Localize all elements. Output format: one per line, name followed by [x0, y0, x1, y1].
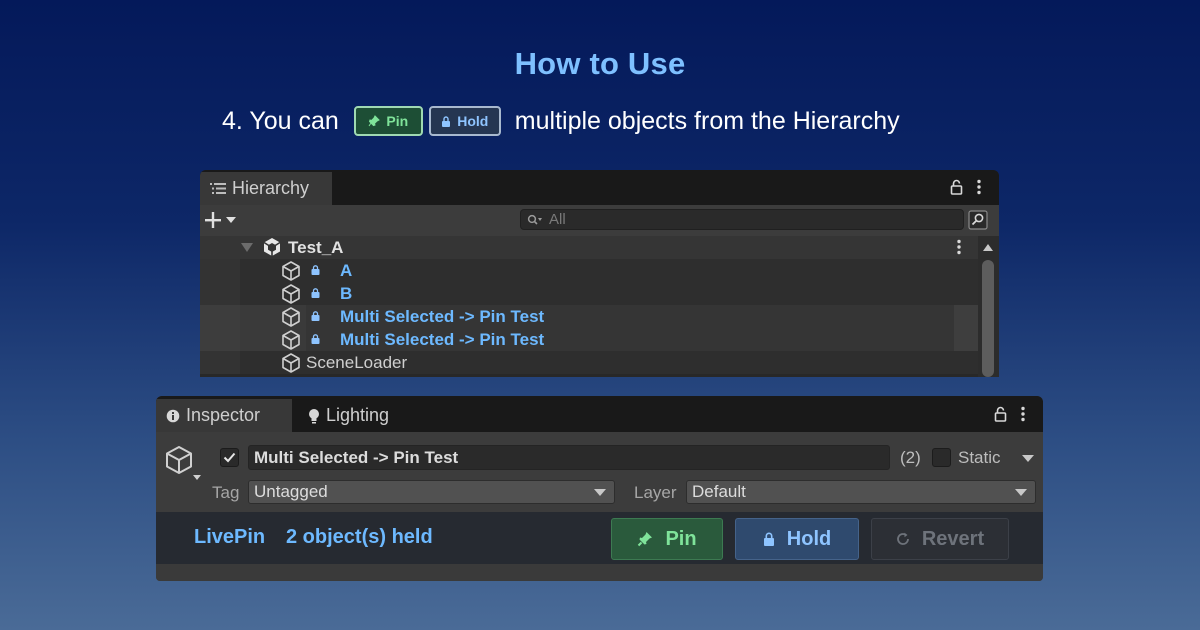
hold-chip: Hold — [428, 106, 501, 136]
scene-name: Test_A — [288, 237, 344, 257]
cube-icon — [280, 352, 302, 374]
row-label: B — [340, 283, 353, 303]
hold-button[interactable]: Hold — [735, 518, 859, 560]
lock-icon[interactable] — [994, 406, 1007, 422]
pin-button-label: Pin — [665, 527, 697, 550]
inspector-corner-controls — [994, 406, 1025, 422]
livepin-bar: LivePin 2 object(s) held Pin Hold Revert — [156, 512, 1043, 564]
hierarchy-toolbar: All — [200, 205, 999, 236]
hierarchy-tabbar: Hierarchy — [200, 170, 999, 205]
livepin-status: 2 object(s) held — [286, 526, 433, 548]
hierarchy-row[interactable]: A — [200, 259, 978, 282]
tab-inspector-label: Inspector — [186, 405, 261, 425]
tag-dropdown[interactable]: Untagged — [248, 480, 615, 504]
hierarchy-row[interactable]: SceneLoader — [200, 351, 978, 374]
cube-icon — [280, 283, 302, 305]
lock-icon — [311, 288, 320, 298]
lock-icon — [311, 311, 320, 321]
inspector-window: Inspector Lighting Multi Selected -> Pin… — [156, 396, 1043, 581]
pin-chip-label: Pin — [386, 113, 409, 129]
static-label: Static — [958, 448, 1001, 467]
lock-icon — [441, 115, 451, 127]
hierarchy-row-selected[interactable]: Multi Selected -> Pin Test — [200, 328, 978, 351]
lock-icon — [311, 334, 320, 344]
kebab-icon[interactable] — [957, 239, 961, 255]
create-dropdown-button[interactable] — [204, 211, 240, 229]
inspector-tabbar: Inspector Lighting — [156, 396, 1043, 432]
instruction-prefix: 4. You can — [222, 106, 339, 135]
revert-icon — [896, 532, 910, 546]
pin-button[interactable]: Pin — [611, 518, 723, 560]
hierarchy-row[interactable]: B — [200, 282, 978, 305]
instruction-suffix: multiple objects from the Hierarchy — [514, 106, 900, 135]
cube-icon — [280, 306, 302, 328]
instruction-line: 4. You can Pin Hold multiple objects fro… — [222, 103, 900, 139]
pin-icon — [637, 531, 653, 547]
gameobject-icon-dropdown[interactable] — [164, 444, 204, 484]
search-placeholder: All — [549, 211, 566, 228]
cube-icon — [280, 260, 302, 282]
static-dropdown-icon[interactable] — [1022, 455, 1034, 462]
object-name-value: Multi Selected -> Pin Test — [254, 447, 459, 467]
revert-button-label: Revert — [921, 527, 985, 550]
hierarchy-tree: Test_A A B Multi Selected -> Pin Test Mu… — [200, 236, 978, 377]
tag-value: Untagged — [254, 482, 328, 501]
row-label: Multi Selected -> Pin Test — [340, 306, 545, 326]
pin-icon — [368, 115, 381, 127]
row-label: A — [340, 260, 353, 280]
hierarchy-window: Hierarchy All Test_A A B Multi Selected … — [200, 170, 999, 377]
layer-dropdown[interactable]: Default — [686, 480, 1036, 504]
hold-chip-label: Hold — [457, 113, 489, 129]
row-label: SceneLoader — [306, 352, 408, 372]
pin-chip: Pin — [353, 106, 423, 136]
tab-hierarchy-label: Hierarchy — [232, 178, 310, 198]
kebab-icon[interactable] — [977, 179, 981, 195]
object-name-field[interactable]: Multi Selected -> Pin Test — [248, 445, 890, 470]
search-mode-icon[interactable] — [968, 210, 988, 230]
tag-label: Tag — [212, 483, 240, 502]
revert-button[interactable]: Revert — [871, 518, 1009, 560]
chevron-down-icon — [1015, 489, 1027, 496]
check-icon — [223, 452, 236, 463]
search-input[interactable]: All — [520, 209, 964, 230]
lock-icon[interactable] — [950, 179, 963, 195]
kebab-icon[interactable] — [1021, 406, 1025, 422]
info-icon — [166, 409, 180, 423]
hierarchy-scrollbar[interactable] — [978, 236, 999, 377]
hierarchy-row-selected[interactable]: Multi Selected -> Pin Test — [200, 305, 978, 328]
row-label: Multi Selected -> Pin Test — [340, 329, 545, 349]
inspector-bottom-strip — [156, 564, 1043, 581]
lock-icon — [311, 265, 320, 275]
tab-inspector[interactable]: Inspector — [156, 399, 292, 432]
layer-label: Layer — [634, 483, 677, 502]
static-checkbox[interactable] — [932, 448, 951, 467]
expand-arrow-icon[interactable] — [241, 243, 253, 252]
search-icon — [527, 214, 543, 226]
lock-icon — [763, 532, 775, 546]
tab-lighting-label: Lighting — [326, 405, 390, 425]
cube-icon — [280, 329, 302, 351]
hierarchy-corner-controls — [950, 179, 981, 195]
tab-lighting[interactable]: Lighting — [298, 399, 428, 432]
active-checkbox[interactable] — [220, 448, 239, 467]
list-icon — [210, 182, 226, 195]
layer-value: Default — [692, 482, 746, 501]
bulb-icon — [308, 408, 320, 424]
livepin-title: LivePin — [194, 526, 266, 548]
tab-hierarchy[interactable]: Hierarchy — [200, 172, 332, 205]
scrollbar-thumb[interactable] — [982, 260, 994, 377]
scene-row[interactable]: Test_A — [200, 236, 978, 259]
hold-button-label: Hold — [786, 527, 832, 550]
selection-count: (2) — [900, 448, 921, 467]
unity-scene-icon — [262, 237, 282, 257]
scroll-up-icon[interactable] — [983, 244, 993, 251]
chevron-down-icon — [594, 489, 606, 496]
page-title: How to Use — [514, 46, 686, 81]
